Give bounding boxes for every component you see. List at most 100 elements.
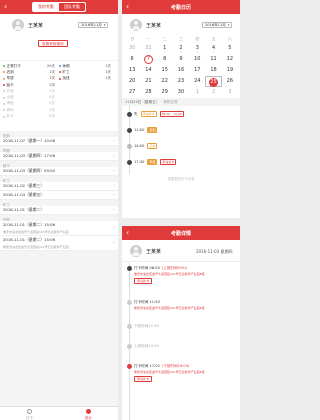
node-flag: (下班时间18:00) <box>161 364 190 368</box>
timeline-dot-icon <box>127 324 132 329</box>
day-number: 7 <box>143 54 153 64</box>
calendar-day[interactable]: 9 <box>173 54 189 65</box>
calendar-day[interactable]: 8 <box>157 54 173 65</box>
tab-team-attendance[interactable]: 团队考勤 <box>59 3 85 11</box>
more-records-link[interactable]: 查看更多打卡记录 <box>122 174 240 181</box>
attendance-stats-screen: ‹ 我的考勤 团队考勤 王某某 2016年11月 ▾ 查看考勤规则 正常打卡 20天… <box>0 0 118 420</box>
back-arrow-icon[interactable]: ‹ <box>4 2 7 11</box>
stats-list: 正常打卡 20天 休假 1天 迟到 1次 旷工 1天 早退 1次 加班 1天 缺卡 1次 外勤 0次 出差 0天请… <box>0 61 118 131</box>
record-row[interactable]: 2016-11-01（星期二）15:06 重庆市渝北区金开大道西段101号亿达软件… <box>0 221 118 236</box>
day-number: 24 <box>194 77 201 84</box>
calendar-day[interactable]: 2 <box>205 87 221 98</box>
calendar-day[interactable]: 6 <box>124 54 140 65</box>
stat-value: 1天 <box>105 69 111 74</box>
record-date: 2016-11-01（星期二）15:06 <box>3 237 55 242</box>
record-row[interactable]: 2016-11-01（星期二） › <box>0 206 118 215</box>
calendar-day[interactable]: 10 <box>189 54 205 65</box>
stats-row: 正常打卡 20天 休假 1天 <box>3 63 115 69</box>
apply-makeup-button[interactable]: 申请补卡 <box>134 277 153 284</box>
record-date: 2016-11-01（星期二） <box>3 207 45 212</box>
calendar-day[interactable]: 18 <box>205 65 221 76</box>
stats-row: 早退 1次 加班 1天 <box>3 76 115 82</box>
calendar-day[interactable]: 1 • <box>157 43 173 54</box>
stat-value: 1次 <box>49 69 55 74</box>
month-value: 2016年11月 <box>81 23 102 27</box>
calendar-day[interactable]: 3 <box>222 87 238 98</box>
calendar-day[interactable]: 17 <box>189 65 205 76</box>
record-row[interactable]: 2016-11-03（星期四）09:00 › <box>0 167 118 176</box>
stat-cell: 缺卡 1次 <box>3 83 59 88</box>
timeline-dot-icon <box>127 364 132 369</box>
stat-label: 加班 <box>62 76 70 81</box>
status-tag[interactable]: 申请补卡 <box>140 111 157 117</box>
calendar-day[interactable]: 1 <box>189 87 205 98</box>
calendar-day[interactable]: 16 <box>173 65 189 76</box>
node-title: 上班时间13:30 <box>134 344 237 349</box>
day-number: 13 <box>128 66 136 73</box>
tab-my-attendance[interactable]: 我的考勤 <box>33 3 59 11</box>
stat-value: 0次 <box>49 114 55 119</box>
calendar-day[interactable]: 15 <box>157 65 173 76</box>
timeline-item: 失申请补卡 09:00 - 12:00 <box>127 109 238 119</box>
apply-makeup-button[interactable]: 申请补卡 <box>160 159 177 165</box>
calendar-day[interactable]: 12 <box>222 54 238 65</box>
calendar-day[interactable]: 11 <box>205 54 221 65</box>
day-status: 考勤正常 <box>163 99 178 104</box>
view-rules-button[interactable]: 查看考勤规则 <box>38 40 68 47</box>
month-select[interactable]: 2016年11月 ▾ <box>202 22 233 28</box>
weekday-label: 三 <box>179 37 183 41</box>
record-row[interactable]: 2016-11-04（星期五） › <box>0 191 118 200</box>
calendar-day[interactable]: 7 <box>140 54 156 65</box>
stat-label: 出差 <box>6 95 14 100</box>
back-arrow-icon[interactable]: ‹ <box>126 228 129 237</box>
calendar-day[interactable]: 2 • <box>173 43 189 54</box>
chevron-right-icon: › <box>113 153 115 159</box>
calendar-day[interactable]: 25 <box>205 76 222 87</box>
record-row[interactable]: 2016-11-03（星期四）17:06 › <box>0 152 118 161</box>
record-row[interactable]: 2016-11-07（星期一）10:06 › <box>0 137 118 146</box>
record-row[interactable]: 2016-11-01（星期二）15:06 重庆市渝北区金开大道西段101号亿达软件… <box>0 236 118 251</box>
day-number: 3 <box>228 88 232 95</box>
detail-node: 打卡时间 17:02 (下班时间18:00) 重庆市渝北区金开大道西段101号亿达软… <box>127 364 237 382</box>
back-arrow-icon[interactable]: ‹ <box>126 2 129 11</box>
calendar-day[interactable]: 5 <box>222 43 238 54</box>
calendar-day[interactable]: 29 <box>157 87 173 98</box>
user-name: 王某某 <box>146 23 162 29</box>
chevron-right-icon: › <box>113 207 115 213</box>
calendar-day[interactable]: 30 <box>173 87 189 98</box>
calendar-day[interactable]: 31 <box>140 43 156 54</box>
calendar-day[interactable]: 30 <box>124 43 140 54</box>
calendar-day[interactable]: 13 <box>124 65 140 76</box>
chevron-down-icon: ▾ <box>103 23 106 27</box>
calendar-day[interactable]: 3 • <box>189 43 205 54</box>
calendar-day[interactable]: 21 <box>140 76 156 87</box>
day-number: 23 <box>177 77 185 84</box>
stat-value: 0天 <box>49 95 55 100</box>
calendar-day[interactable]: 20 <box>124 76 140 87</box>
stat-label: 迟到 <box>6 69 14 74</box>
calendar-day[interactable]: 14 <box>140 65 156 76</box>
records-list: 迟到 2016-11-07（星期一）10:06 › 早退 2016-11-03（星期四）… <box>0 131 118 251</box>
calendar-day[interactable]: 23 <box>173 76 189 87</box>
record-location: 重庆市渝北区金开大道西段101号亿达软件产业园 <box>3 229 69 234</box>
record-row[interactable]: 2016-11-02（星期三） › <box>0 182 118 191</box>
calendar-day[interactable]: 22 <box>157 76 173 87</box>
timeline-dot-icon <box>127 159 132 165</box>
stat-label: 正常打卡 <box>6 63 21 68</box>
day-number: 30 <box>177 88 185 95</box>
calendar-day[interactable]: 28 <box>140 87 156 98</box>
calendar-day[interactable]: 26 <box>222 76 238 87</box>
calendar-day[interactable]: 19 <box>222 65 238 76</box>
calendar-day[interactable]: 27 <box>124 87 140 98</box>
month-select[interactable]: 2016年11月 ▾ <box>78 22 109 28</box>
stat-cell: 加班 1天 <box>59 76 115 81</box>
tab-punch[interactable]: 打卡 <box>0 407 59 420</box>
apply-makeup-button[interactable]: 申请补卡 <box>134 375 153 382</box>
calendar-day[interactable]: 4 • <box>205 43 221 54</box>
day-number: 16 <box>177 66 185 73</box>
avatar <box>12 19 24 31</box>
tab-statistics[interactable]: 统计 <box>59 407 118 420</box>
calendar-grid: 30 31 1 • 2 • 3 • 4 • 5 6 7 8 9 10 11 12 13 14 15 16 17 18 19 20 2… <box>122 43 240 98</box>
timeline-item: 14:00 正常 <box>127 141 238 151</box>
calendar-day[interactable]: 24 <box>189 76 205 87</box>
